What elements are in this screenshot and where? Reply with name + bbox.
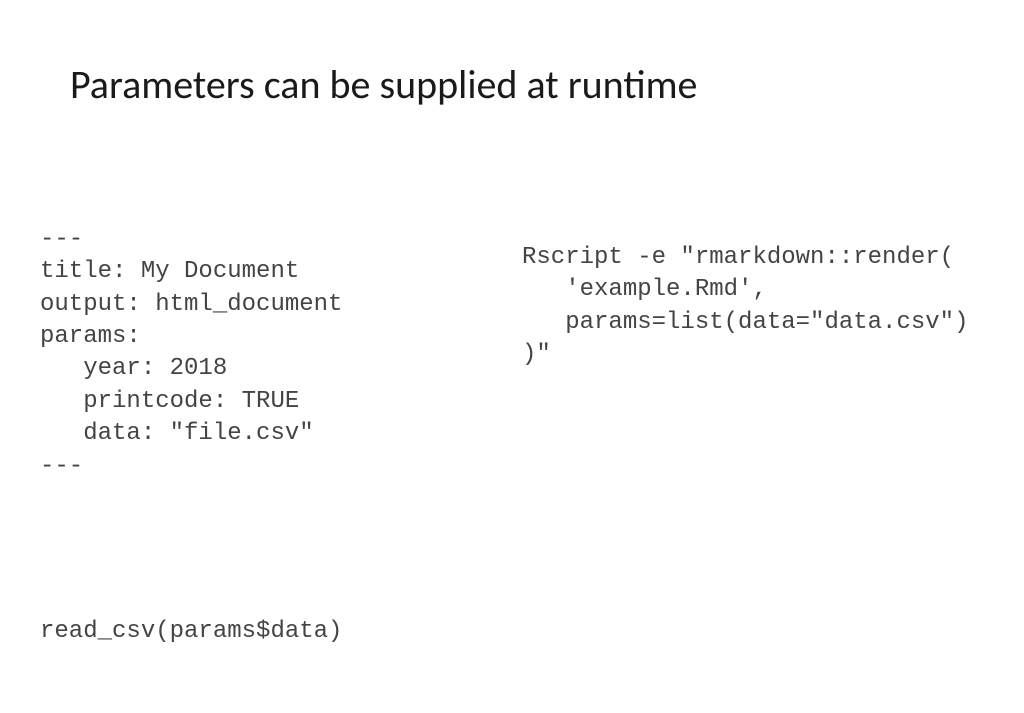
slide-title: Parameters can be supplied at runtime <box>70 60 984 109</box>
slide-container: Parameters can be supplied at runtime --… <box>0 0 1024 576</box>
yaml-code-block: --- title: My Document output: html_docu… <box>40 224 502 483</box>
rscript-code-block: Rscript -e "rmarkdown::render( 'example.… <box>522 242 984 372</box>
columns-container: --- title: My Document output: html_docu… <box>40 159 984 713</box>
left-column: --- title: My Document output: html_docu… <box>40 159 502 713</box>
r-code-call: read_csv(params$data) <box>40 616 502 648</box>
right-column: Rscript -e "rmarkdown::render( 'example.… <box>522 159 984 713</box>
